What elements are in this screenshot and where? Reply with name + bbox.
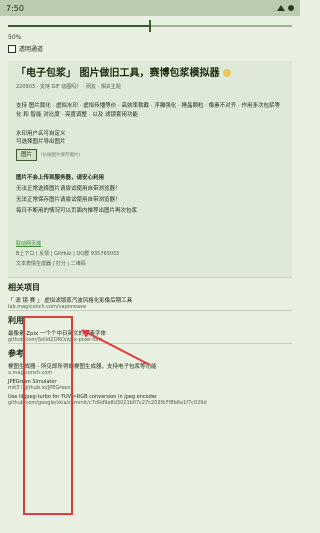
watermark-line-1: 水印用户名可自定义 xyxy=(16,131,66,137)
meta-line: 220903 · 支持 GIF 动图吗！ · 网友 · 相关主题 xyxy=(16,84,121,90)
transparency-checkbox[interactable] xyxy=(8,44,16,53)
quality-value-label: 50% xyxy=(8,34,22,41)
notice-2: 无法正常保存图片请尝试使用自带浏览器！ xyxy=(16,197,121,203)
related-section: 相关项目 「 滤 镜 赛 」 虚拟滤镜蒸汽波风格化影像后期工具 lab.magi… xyxy=(8,282,292,310)
reference-item-url[interactable]: x.magiconch.com xyxy=(8,370,292,376)
image-button[interactable]: 图片 xyxy=(16,149,38,161)
transparency-option[interactable]: 透明通道 xyxy=(8,44,292,53)
wifi-icon xyxy=(277,5,285,11)
divider xyxy=(8,277,292,278)
notice-1: 无法正常选择图片请尝试使用自带浏览器！ xyxy=(16,186,121,192)
battery-icon xyxy=(288,5,294,11)
feature-description: 支持 图片裁化 · 虚拟水印 · 虚拟传播等价 · 高效率裁截 · 浮雕强化 ·… xyxy=(16,103,280,118)
reference-title: 参考 xyxy=(8,349,24,358)
slider-fill xyxy=(8,25,150,27)
uses-item-title: 最像素 Zpix 一个个中日英文的像素字体 xyxy=(8,331,107,337)
reference-section: 参考 梗图生成器 - 所见即所得的梗图生成器，支持电子包浆等功能 x.magic… xyxy=(8,348,292,406)
slider-thumb[interactable] xyxy=(149,20,151,32)
status-bar: 7:50 xyxy=(0,0,300,16)
divider xyxy=(8,310,292,311)
transparency-label: 透明通道 xyxy=(19,46,44,53)
links-row-2[interactable]: 文本表情生成器 | 打分 | 二维码 xyxy=(16,259,284,269)
quality-slider[interactable] xyxy=(8,20,292,32)
main-card: 「电子包浆」 图片做旧工具，赛博包浆模拟器 220903 · 支持 GIF 动图… xyxy=(8,61,292,277)
image-hint: (长按图片保存图片) xyxy=(40,153,81,158)
notice-3: 每日不断用的情况可以页面内推荐出图片再次包浆 xyxy=(16,208,138,214)
notice-block: 图片不会上传到服务器，请安心利用 无法正常选择图片请尝试使用自带浏览器！ 无法正… xyxy=(16,173,284,217)
related-item-title: 「 滤 镜 赛 」 虚拟滤镜蒸汽波风格化影像后期工具 xyxy=(8,298,133,304)
status-icons xyxy=(277,5,294,11)
links-block: 联动网页端 B上下口 | 反馈 | GitHub | QQ群 935765055… xyxy=(16,239,284,269)
reference-item-title: 梗图生成器 - 所见即所得的梗图生成器，支持电子包浆等功能 xyxy=(8,364,157,370)
app-screen: 7:50 50% 透明通道 「电子包浆」 图片做旧工具，赛博包浆模拟器 2209… xyxy=(0,0,300,533)
uses-section: 利用 最像素 Zpix 一个个中日英文的像素字体 github.com/Soli… xyxy=(8,315,292,343)
libjpeg-url[interactable]: github.com/google/skia/commit/c7d0d9e8d3… xyxy=(8,400,292,406)
annotation-highlight-box xyxy=(23,316,73,515)
notice-title: 图片不会上传到服务器，请安心利用 xyxy=(16,175,105,181)
jpeg-url[interactable]: mit3 l.github.io/JPEGreen xyxy=(8,385,292,391)
divider xyxy=(8,343,292,344)
status-time: 7:50 xyxy=(6,3,24,13)
related-title: 相关项目 xyxy=(8,283,40,292)
emoji-icon xyxy=(222,69,231,77)
links-row-1[interactable]: B上下口 | 反馈 | GitHub | QQ群 935765055 xyxy=(16,249,284,259)
watermark-line-2: 可选择图片导出图片 xyxy=(16,139,66,145)
watermark-info: 水印用户名可自定义 可选择图片导出图片 图片 (长按图片保存图片) xyxy=(16,130,284,161)
links-title[interactable]: 联动网页端 xyxy=(16,239,284,249)
page-title: 「电子包浆」 图片做旧工具，赛博包浆模拟器 xyxy=(16,67,284,80)
uses-title: 利用 xyxy=(8,316,24,325)
